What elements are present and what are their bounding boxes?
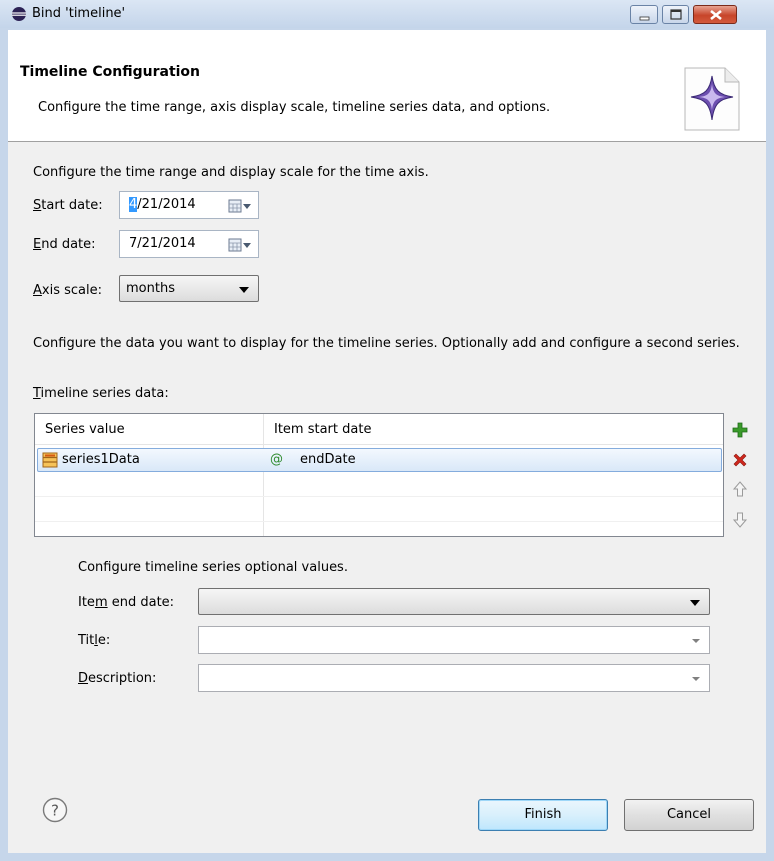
chevron-down-icon — [690, 600, 700, 606]
chevron-down-icon[interactable] — [692, 677, 700, 681]
move-up-icon[interactable] — [732, 481, 748, 497]
table-row[interactable] — [35, 498, 723, 522]
timeline-series-data-label: Timeline series data: — [33, 386, 169, 401]
timeline-series-table[interactable]: Series value Item start date series1Data… — [34, 413, 724, 537]
title-label: Title: — [78, 633, 111, 648]
field-binding-icon: @ — [270, 452, 283, 467]
description-label: Description: — [78, 671, 157, 686]
maximize-icon — [670, 9, 682, 20]
data-set-icon — [42, 452, 58, 468]
start-date-label: Start date: — [33, 198, 103, 213]
dialog-window: Bind 'timeline' Timeline Configuration C… — [0, 0, 774, 861]
chevron-down-icon — [239, 287, 249, 293]
chevron-down-icon[interactable] — [692, 639, 700, 643]
column-header-item-start-date[interactable]: Item start date — [264, 414, 723, 445]
table-row[interactable] — [35, 473, 723, 497]
table-row[interactable]: series1Data @ endDate — [37, 448, 722, 472]
series-value-cell[interactable]: series1Data — [62, 452, 140, 467]
optional-section-intro: Configure timeline series optional value… — [78, 560, 348, 575]
title-bar[interactable]: Bind 'timeline' — [0, 0, 774, 28]
wizard-banner-icon — [684, 67, 740, 131]
axis-scale-value: months — [126, 281, 175, 296]
maximize-button[interactable] — [662, 5, 689, 24]
calendar-dropdown-icon[interactable] — [228, 237, 252, 253]
minimize-icon — [639, 16, 650, 21]
remove-icon[interactable] — [732, 452, 748, 468]
svg-text:?: ? — [51, 802, 59, 820]
start-date-value[interactable]: /21/2014 — [137, 197, 195, 212]
end-date-picker[interactable]: 7/21/2014 — [119, 230, 259, 258]
item-end-date-select[interactable] — [198, 588, 710, 615]
start-date-picker[interactable]: 4/21/2014 — [119, 191, 259, 219]
time-section-intro: Configure the time range and display sca… — [33, 165, 429, 180]
page-title: Timeline Configuration — [20, 64, 201, 80]
description-combo-input[interactable] — [198, 664, 710, 692]
item-end-date-label: Item end date: — [78, 595, 175, 610]
help-icon[interactable]: ? — [42, 797, 68, 823]
column-header-series-value[interactable]: Series value — [35, 414, 263, 445]
finish-button[interactable]: Finish — [478, 799, 608, 831]
page-description: Configure the time range, axis display s… — [38, 100, 551, 115]
calendar-dropdown-icon[interactable] — [228, 198, 252, 214]
axis-scale-select[interactable]: months — [119, 275, 259, 302]
move-down-icon[interactable] — [732, 512, 748, 528]
axis-scale-label: Axis scale: — [33, 283, 102, 298]
eclipse-icon — [12, 7, 26, 21]
series-section-intro: Configure the data you want to display f… — [33, 336, 740, 351]
end-date-label: End date: — [33, 237, 96, 252]
end-date-value[interactable]: 7/21/2014 — [129, 236, 196, 251]
item-start-date-cell[interactable]: endDate — [300, 452, 356, 467]
close-icon — [710, 9, 722, 21]
add-icon[interactable] — [732, 422, 748, 438]
cancel-button[interactable]: Cancel — [624, 799, 754, 831]
dialog-content: Timeline Configuration Configure the tim… — [8, 30, 766, 853]
close-button[interactable] — [693, 5, 737, 24]
title-combo-input[interactable] — [198, 626, 710, 654]
window-title: Bind 'timeline' — [32, 6, 126, 21]
wizard-header: Timeline Configuration Configure the tim… — [8, 30, 766, 142]
minimize-button[interactable] — [630, 5, 658, 24]
